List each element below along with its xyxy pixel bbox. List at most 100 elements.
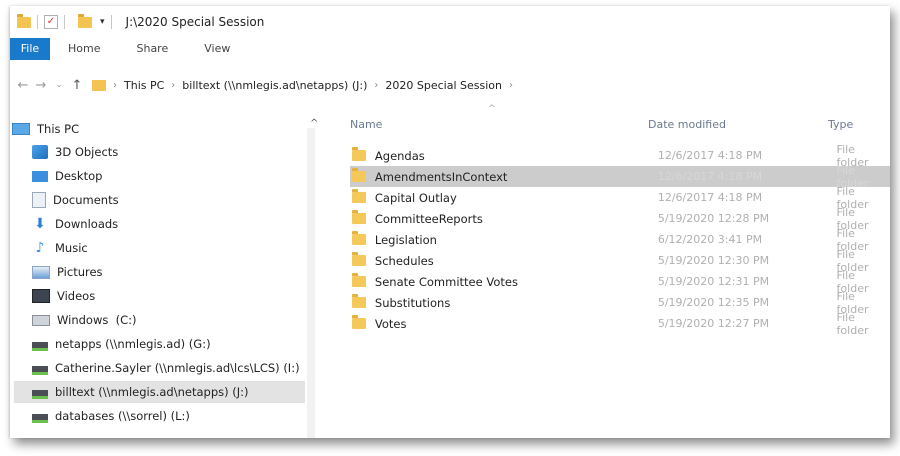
- breadcrumb-this-pc[interactable]: This PC: [124, 79, 164, 92]
- breadcrumb-2020-special-session[interactable]: 2020 Special Session: [385, 79, 502, 92]
- nav-item-music[interactable]: ♪ Music: [32, 237, 312, 259]
- row-type: File folder: [836, 310, 869, 337]
- row-date-modified: 5/19/2020 12:28 PM: [657, 212, 770, 225]
- recent-locations-dropdown-icon[interactable]: ⌄: [50, 80, 68, 90]
- column-header-name[interactable]: Name: [350, 118, 382, 138]
- toolbar-divider: [64, 15, 65, 29]
- up-arrow-icon[interactable]: ↑: [68, 78, 86, 93]
- folder-icon: [352, 168, 366, 182]
- nav-item-label: Documents: [53, 193, 119, 207]
- nav-item-3d-objects[interactable]: 3D Objects: [32, 141, 312, 163]
- tab-home[interactable]: Home: [50, 38, 118, 60]
- window-title: J:\2020 Special Session: [125, 15, 265, 29]
- row-date-modified: 5/19/2020 12:31 PM: [657, 275, 770, 288]
- nav-item-label: Pictures: [57, 265, 103, 279]
- table-row[interactable]: Substitutions 5/19/2020 12:35 PM File fo…: [350, 290, 890, 316]
- folder-icon: [352, 189, 366, 203]
- nav-item-windows-c[interactable]: Windows (C:): [32, 309, 312, 331]
- nav-item-label: Videos: [57, 289, 96, 303]
- row-name: Legislation: [374, 232, 437, 247]
- nav-item-label: Catherine.Sayler (\\nmlegis.ad\lcs\LCS) …: [55, 361, 300, 375]
- chevron-right-icon[interactable]: ›: [171, 80, 175, 91]
- row-date-modified: 12/6/2017 4:18 PM: [657, 149, 763, 162]
- row-date-modified: 6/12/2020 3:41 PM: [657, 233, 763, 246]
- folder-icon: [352, 231, 366, 245]
- table-row[interactable]: Senate Committee Votes 5/19/2020 12:31 P…: [350, 269, 890, 295]
- row-date-modified: 5/19/2020 12:35 PM: [657, 296, 770, 309]
- row-name: CommitteeReports: [374, 211, 483, 226]
- tab-file[interactable]: File: [10, 38, 50, 60]
- breadcrumb-billtext[interactable]: billtext (\\nmlegis.ad\netapps) (J:): [182, 79, 367, 92]
- nav-item-label: 3D Objects: [55, 145, 119, 159]
- sort-ascending-icon: ^: [488, 104, 496, 114]
- column-header-type[interactable]: Type: [828, 118, 853, 138]
- row-name: Agendas: [374, 148, 425, 163]
- nav-scrollbar[interactable]: [307, 128, 315, 438]
- row-name: Capital Outlay: [374, 190, 457, 205]
- network-drive-icon: [32, 389, 48, 399]
- nav-item-netapps-g[interactable]: netapps (\\nmlegis.ad) (G:): [32, 333, 312, 355]
- row-date-modified: 12/6/2017 4:18 PM: [657, 191, 763, 204]
- chevron-right-icon[interactable]: ›: [509, 80, 513, 91]
- table-row[interactable]: AmendmentsInContext 12/6/2017 4:18 PM Fi…: [350, 164, 890, 190]
- nav-item-catherine-sayler-i[interactable]: Catherine.Sayler (\\nmlegis.ad\lcs\LCS) …: [32, 357, 312, 379]
- tab-view[interactable]: View: [186, 38, 248, 60]
- network-drive-icon: [32, 413, 48, 423]
- row-name: AmendmentsInContext: [374, 169, 508, 184]
- drive-icon: [32, 314, 50, 326]
- nav-item-label: billtext (\\nmlegis.ad\netapps) (J:): [55, 385, 249, 399]
- forward-arrow-icon[interactable]: →: [32, 78, 50, 93]
- table-row[interactable]: Votes 5/19/2020 12:27 PM File folder: [350, 310, 890, 337]
- nav-item-pictures[interactable]: Pictures: [32, 261, 312, 283]
- file-list: Name ^ Date modified Type Agendas 12/6/2…: [340, 104, 890, 438]
- row-name: Senate Committee Votes: [374, 274, 518, 289]
- table-row[interactable]: CommitteeReports 5/19/2020 12:28 PM File…: [350, 206, 890, 232]
- folder-icon: [352, 294, 366, 308]
- folder-icon: [352, 273, 366, 287]
- tab-share[interactable]: Share: [118, 38, 186, 60]
- nav-item-label: Windows (C:): [57, 313, 137, 327]
- nav-item-billtext-j[interactable]: billtext (\\nmlegis.ad\netapps) (J:): [14, 381, 305, 403]
- ribbon-tabs: File Home Share View: [10, 38, 890, 60]
- nav-item-label: netapps (\\nmlegis.ad) (G:): [55, 337, 211, 351]
- table-row[interactable]: Agendas 12/6/2017 4:18 PM File folder: [350, 143, 890, 169]
- folder-icon: [17, 14, 31, 28]
- row-date-modified: 5/19/2020 12:30 PM: [657, 254, 770, 267]
- customize-toolbar-dropdown-icon[interactable]: ▾: [100, 17, 105, 27]
- computer-icon: [12, 123, 30, 135]
- properties-check-icon[interactable]: ✓: [44, 15, 58, 29]
- film-icon: [32, 289, 50, 303]
- chevron-right-icon[interactable]: ›: [374, 80, 378, 91]
- table-row[interactable]: Capital Outlay 12/6/2017 4:18 PM File fo…: [350, 185, 890, 211]
- back-arrow-icon[interactable]: ←: [14, 78, 32, 93]
- row-name: Substitutions: [374, 295, 451, 310]
- nav-item-desktop[interactable]: Desktop: [32, 165, 312, 187]
- nav-item-label: Downloads: [55, 217, 119, 231]
- nav-item-label: Music: [55, 241, 88, 255]
- download-arrow-icon: ⬇: [34, 216, 46, 232]
- new-folder-icon[interactable]: [78, 14, 92, 28]
- nav-item-downloads[interactable]: ⬇ Downloads: [32, 213, 312, 235]
- column-header-date-modified[interactable]: Date modified: [648, 118, 726, 138]
- chevron-right-icon: ›: [113, 79, 117, 91]
- cube-icon: [32, 145, 48, 159]
- nav-item-this-pc[interactable]: This PC: [12, 118, 312, 140]
- toolbar-divider: [110, 15, 112, 29]
- scroll-up-arrow-icon[interactable]: ^: [310, 118, 318, 129]
- row-date-modified: 5/19/2020 12:27 PM: [657, 317, 770, 330]
- nav-item-databases-l[interactable]: databases (\\sorrel) (L:): [32, 405, 312, 427]
- folder-icon: [352, 252, 366, 266]
- table-row[interactable]: Schedules 5/19/2020 12:30 PM File folder: [350, 248, 890, 274]
- address-folder-icon: [92, 79, 106, 91]
- nav-item-videos[interactable]: Videos: [32, 285, 312, 307]
- table-row[interactable]: Legislation 6/12/2020 3:41 PM File folde…: [350, 227, 890, 253]
- desktop-icon: [32, 170, 48, 182]
- address-bar: ← → ⌄ ↑ › This PC › billtext (\\nmlegis.…: [10, 72, 890, 98]
- document-icon: [32, 192, 46, 208]
- nav-item-documents[interactable]: Documents: [32, 189, 312, 211]
- nav-item-label: This PC: [37, 122, 80, 136]
- music-note-icon: ♪: [35, 240, 45, 256]
- picture-icon: [32, 265, 50, 279]
- network-drive-icon: [32, 341, 48, 351]
- network-drive-icon: [32, 365, 48, 375]
